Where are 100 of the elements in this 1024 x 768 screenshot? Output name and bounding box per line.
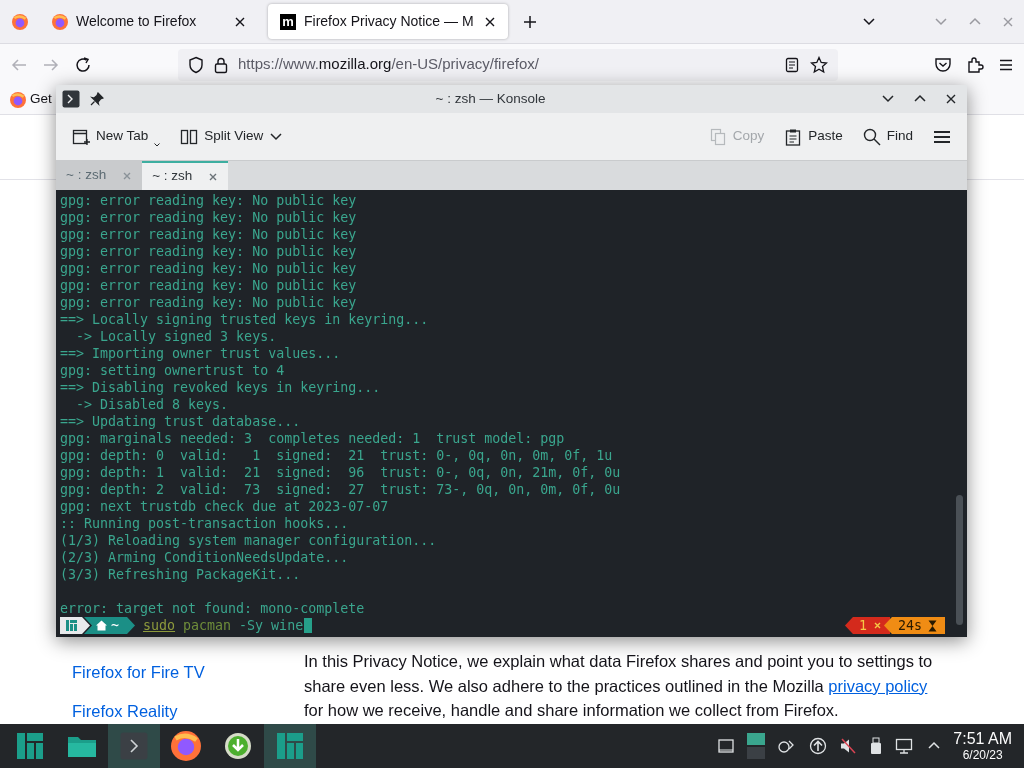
terminal-line: gpg: error reading key: No public key bbox=[60, 277, 358, 294]
terminal-line: ==> Updating trust database... bbox=[60, 413, 302, 430]
usb-drive-icon bbox=[869, 737, 884, 755]
terminal-line: gpg: depth: 1 valid: 21 signed: 96 trust: 0-, 0q, 0n, 21m, 0f, 0u bbox=[60, 464, 622, 481]
terminal-line: gpg: setting ownertrust to 4 bbox=[60, 362, 286, 379]
terminal-tab[interactable]: ~ : zsh bbox=[142, 161, 229, 190]
terminal-line: -> Locally signed 3 keys. bbox=[75, 328, 278, 345]
hourglass-icon bbox=[928, 619, 937, 632]
terminal-line: gpg: error reading key: No public key bbox=[60, 209, 358, 226]
upload-icon bbox=[809, 737, 828, 755]
home-icon bbox=[96, 620, 107, 631]
terminal-line: ==> Importing owner trust values... bbox=[60, 345, 342, 362]
close-icon bbox=[122, 170, 133, 181]
browser-tab[interactable]: m Firefox Privacy Notice — M bbox=[268, 4, 508, 39]
terminal-line: gpg: next trustdb check due at 2023-07-07 bbox=[60, 498, 390, 515]
manjaro-app-icon bbox=[277, 733, 303, 759]
toolbar-button[interactable]: New Tab bbox=[64, 122, 169, 151]
terminal-line: gpg: depth: 0 valid: 1 signed: 21 trust: 0-, 0q, 0n, 0m, 0f, 1u bbox=[60, 447, 614, 464]
clock-time: 7:51 AM bbox=[953, 731, 1012, 747]
terminal-line: gpg: error reading key: No public key bbox=[60, 243, 358, 260]
terminal-line: error: target not found: mono-complete bbox=[60, 600, 366, 617]
toolbar-button[interactable]: Paste bbox=[776, 122, 851, 151]
window-title: ~ : zsh — Konsole bbox=[434, 89, 547, 108]
command-word: sudo bbox=[143, 617, 176, 634]
terminal-line: gpg: error reading key: No public key bbox=[60, 294, 358, 311]
terminal-line: gpg: depth: 2 valid: 73 signed: 27 trust: 73-, 0q, 0n, 0m, 0f, 0u bbox=[60, 481, 622, 498]
browser-tab[interactable]: Welcome to Firefox bbox=[40, 0, 258, 43]
close-icon bbox=[208, 171, 219, 182]
storage-button[interactable] bbox=[869, 737, 884, 755]
dropdown-icon bbox=[154, 142, 161, 147]
command-word: -Sy wine bbox=[239, 617, 304, 634]
reader-view-button[interactable] bbox=[784, 56, 800, 73]
firefox-icon bbox=[10, 91, 26, 108]
terminal-line: (3/3) Refreshing PackageKit... bbox=[60, 566, 302, 583]
pocket-icon bbox=[934, 55, 952, 74]
terminal-line: ==> Locally signing trusted keys in keyring... bbox=[60, 311, 430, 328]
terminal-line: gpg: marginals needed: 3 completes needed: 1 trust model: pgp bbox=[60, 430, 566, 447]
terminal-line: gpg: error reading key: No public key bbox=[60, 260, 358, 277]
sidebar-link[interactable]: Firefox Reality bbox=[72, 701, 178, 721]
terminal-line: :: Running post-transaction hooks... bbox=[60, 515, 350, 532]
workspace-button[interactable] bbox=[747, 733, 766, 759]
command-word: pacman bbox=[183, 617, 232, 634]
text-cursor bbox=[304, 618, 313, 633]
sidebar-link[interactable]: Firefox for Fire TV bbox=[72, 662, 205, 682]
muted-speaker-icon bbox=[839, 737, 858, 755]
address-bar[interactable]: https://www.mozilla.org/en-US/privacy/firefox/ bbox=[178, 48, 838, 81]
star-icon bbox=[810, 55, 828, 74]
manjaro-icon bbox=[66, 620, 77, 631]
prompt-path-segment: ~ bbox=[84, 617, 135, 634]
duration-segment: 24s bbox=[883, 617, 945, 634]
window-icon bbox=[717, 737, 736, 755]
page-icon bbox=[784, 56, 800, 73]
extensions-button[interactable] bbox=[966, 55, 984, 74]
updates-button[interactable] bbox=[809, 737, 828, 755]
volume-button[interactable] bbox=[839, 737, 858, 755]
terminal-line: (2/3) Arming ConditionNeedsUpdate... bbox=[60, 549, 350, 566]
terminal-icon bbox=[120, 732, 148, 760]
firefox-icon bbox=[12, 13, 28, 30]
privacy-policy-link[interactable]: privacy policy bbox=[828, 676, 928, 695]
copy-icon bbox=[708, 127, 727, 146]
puzzle-icon bbox=[966, 55, 984, 74]
terminal-line: ==> Disabling revoked keys in keyring... bbox=[60, 379, 382, 396]
terminal-line: -> Disabled 8 keys. bbox=[75, 396, 230, 413]
download-icon bbox=[224, 732, 252, 760]
close-icon bbox=[234, 15, 246, 28]
workspace-icon bbox=[747, 733, 766, 759]
firefox-icon bbox=[171, 731, 201, 761]
firefox-icon bbox=[52, 13, 68, 30]
show-desktop-button[interactable] bbox=[717, 737, 736, 755]
clock-date: 6/20/23 bbox=[962, 749, 1003, 761]
terminal-tab[interactable]: ~ : zsh bbox=[56, 161, 143, 190]
shield-icon bbox=[188, 55, 204, 74]
terminal-line: (1/3) Reloading system manager configuration... bbox=[60, 532, 438, 549]
lock-icon bbox=[214, 55, 228, 74]
pocket-button[interactable] bbox=[934, 55, 952, 74]
close-icon bbox=[945, 93, 957, 105]
clipboard-icon bbox=[784, 127, 803, 146]
pin-button[interactable] bbox=[90, 92, 104, 106]
pin-icon bbox=[90, 92, 104, 106]
toolbar-button[interactable]: Split View bbox=[172, 122, 292, 151]
reload-icon bbox=[74, 55, 92, 74]
url-text: https://www.mozilla.org/en-US/privacy/firefox/ bbox=[238, 54, 539, 75]
search-icon bbox=[862, 127, 881, 146]
toolbar-button[interactable]: Find bbox=[854, 122, 921, 151]
plus-icon bbox=[522, 13, 538, 30]
reload-button[interactable] bbox=[74, 55, 92, 74]
close-icon bbox=[484, 15, 496, 28]
bookmark-item[interactable]: Get bbox=[10, 89, 52, 110]
cross-icon bbox=[872, 621, 882, 630]
folder-icon bbox=[67, 734, 97, 758]
terminal-line: gpg: error reading key: No public key bbox=[60, 226, 358, 243]
bookmark-star-button[interactable] bbox=[810, 55, 828, 74]
close-button[interactable] bbox=[945, 93, 957, 105]
mozilla-logo: m bbox=[280, 13, 296, 30]
scrollbar-thumb[interactable] bbox=[956, 495, 963, 625]
split-view-icon bbox=[180, 127, 199, 146]
new-tab-icon bbox=[72, 127, 90, 146]
terminal-icon bbox=[62, 90, 80, 108]
terminal-line: gpg: error reading key: No public key bbox=[60, 192, 358, 209]
close-icon bbox=[1002, 15, 1014, 28]
